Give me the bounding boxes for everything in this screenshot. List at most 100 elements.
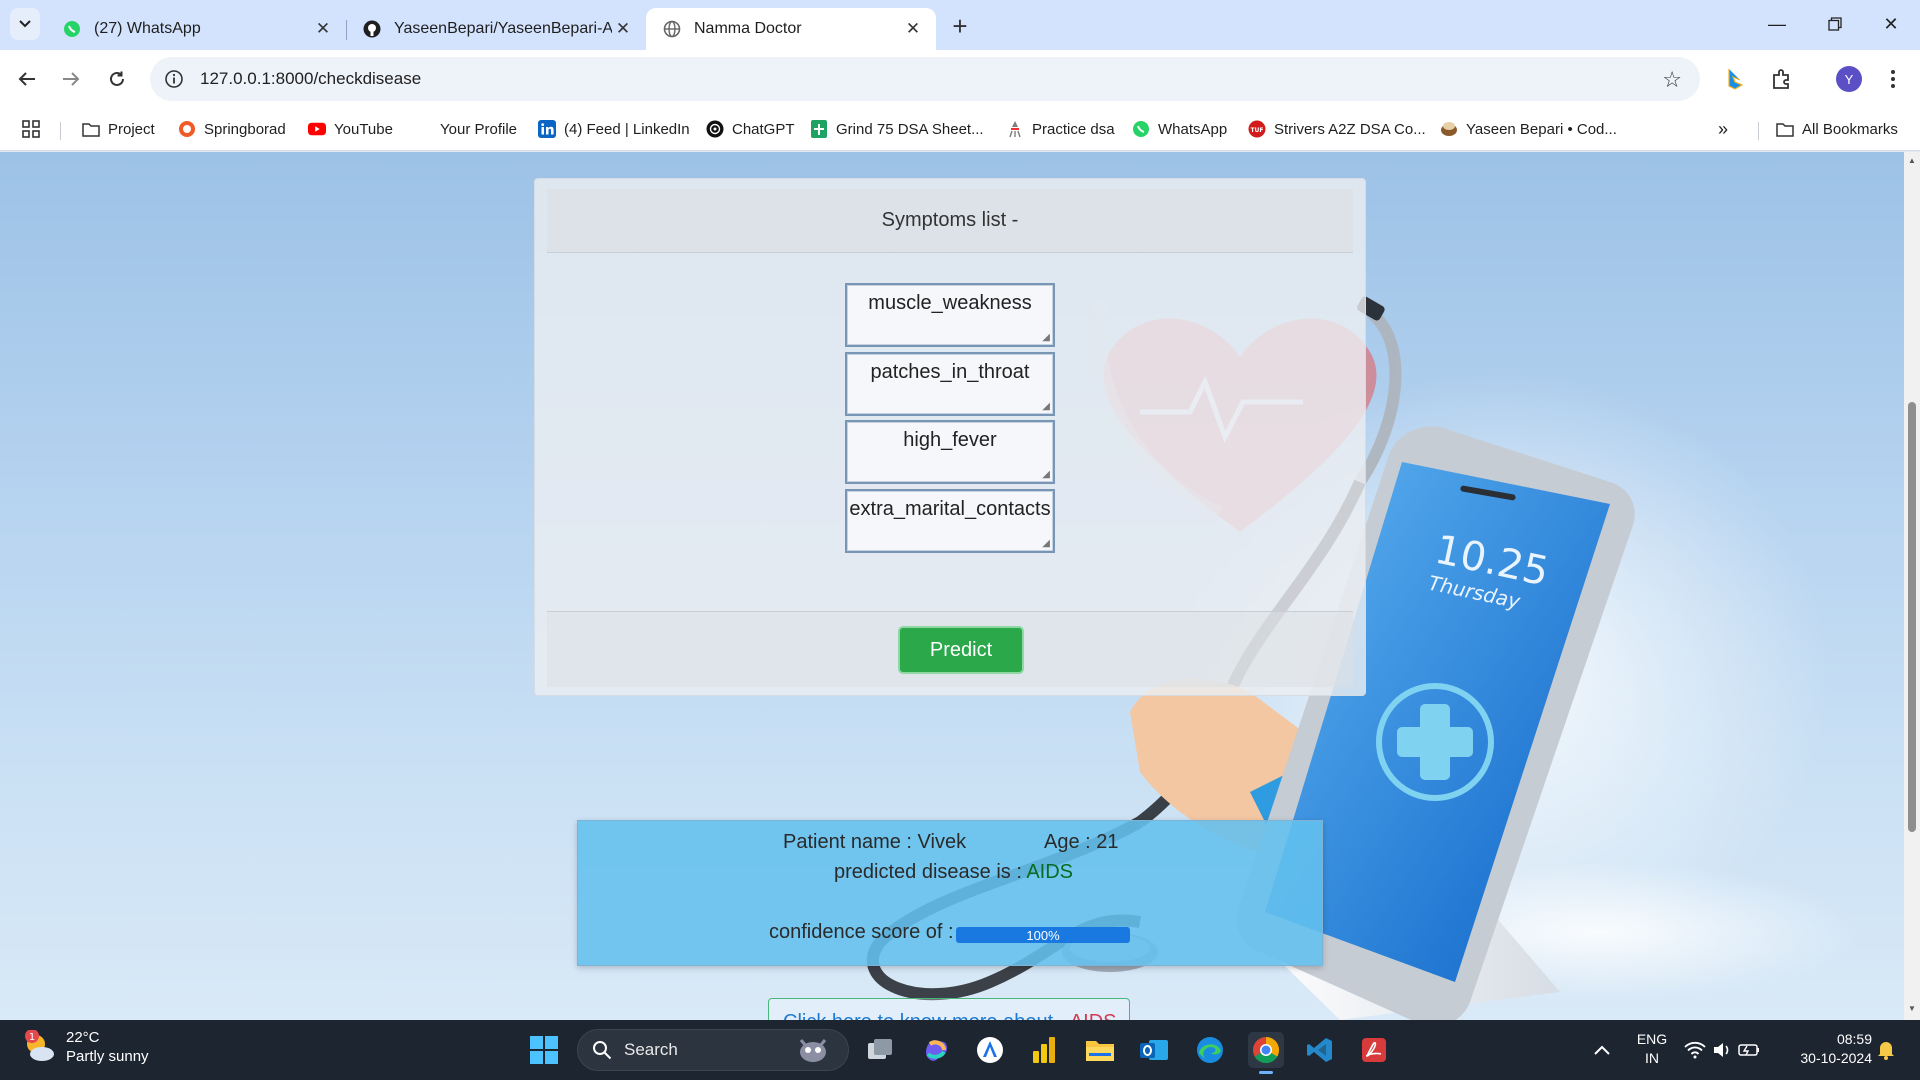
sheet-icon	[810, 120, 828, 138]
bookmark-youtube[interactable]: YouTube	[308, 116, 393, 142]
edge-icon[interactable]	[1192, 1032, 1228, 1068]
bookmark-grind75[interactable]: Grind 75 DSA Sheet...	[810, 116, 984, 142]
bookmark-label: Your Profile	[440, 120, 517, 138]
confidence-progress-fill: 100%	[956, 927, 1130, 943]
file-explorer-icon[interactable]	[1082, 1032, 1118, 1068]
close-icon[interactable]: ✕	[612, 18, 634, 40]
app-store-icon[interactable]	[972, 1032, 1008, 1068]
task-view-icon[interactable]	[862, 1032, 898, 1068]
partly-sunny-icon: 1	[25, 1030, 54, 1061]
symptom-value: high_fever	[903, 429, 997, 451]
active-app-indicator	[1259, 1071, 1273, 1074]
bookmark-springborad[interactable]: Springborad	[178, 116, 286, 142]
bookmark-label: ChatGPT	[732, 120, 795, 138]
extensions-icon[interactable]	[1766, 64, 1796, 94]
close-window-button[interactable]: ✕	[1862, 0, 1920, 48]
search-icon	[593, 1041, 612, 1060]
bing-extension-icon[interactable]	[1720, 64, 1750, 94]
notification-bell-icon[interactable]	[1872, 1032, 1900, 1068]
site-info-icon[interactable]	[164, 69, 184, 89]
vscode-icon[interactable]	[1302, 1032, 1338, 1068]
tuf-icon: TUF	[1248, 120, 1266, 138]
apps-grid-icon[interactable]	[22, 116, 40, 142]
symptom-field[interactable]: muscle_weakness ◢	[845, 283, 1055, 347]
power-bi-icon[interactable]	[1026, 1032, 1062, 1068]
new-tab-button[interactable]: +	[944, 10, 976, 42]
menu-kebab-icon[interactable]	[1878, 64, 1908, 94]
tray-chevron-up-icon[interactable]	[1584, 1032, 1620, 1068]
tab-whatsapp[interactable]: (27) WhatsApp ✕	[46, 8, 346, 50]
close-icon[interactable]: ✕	[312, 18, 334, 40]
symptom-value: muscle_weakness	[868, 292, 1032, 314]
tab-search-button[interactable]	[10, 8, 40, 40]
all-bookmarks-button[interactable]: All Bookmarks	[1776, 116, 1898, 142]
page-scrollbar[interactable]: ▲ ▼	[1904, 152, 1920, 1020]
know-more-link[interactable]: Click here to know more about - AIDS	[768, 998, 1130, 1020]
minimize-button[interactable]: —	[1748, 0, 1806, 48]
chrome-icon[interactable]	[1248, 1032, 1284, 1074]
clock-time: 08:59	[1836, 1031, 1872, 1047]
bookmark-project[interactable]: Project	[82, 116, 155, 142]
bookmark-chatgpt[interactable]: ChatGPT	[706, 116, 795, 142]
tab-namma-doctor[interactable]: Namma Doctor ✕	[646, 8, 936, 50]
resize-grip-icon[interactable]: ◢	[1042, 469, 1050, 480]
patient-age: Age : 21	[1044, 831, 1119, 853]
acrobat-icon[interactable]	[1356, 1032, 1392, 1068]
symptom-field[interactable]: high_fever ◢	[845, 420, 1055, 484]
bookmark-label: (4) Feed | LinkedIn	[564, 120, 690, 138]
youtube-icon	[308, 120, 326, 138]
more-bookmarks-chevron-icon[interactable]: »	[1718, 116, 1728, 142]
copilot-icon[interactable]	[918, 1032, 954, 1068]
forward-button[interactable]	[54, 62, 88, 96]
bookmark-your-profile[interactable]: Your Profile	[440, 116, 517, 142]
clock[interactable]: 08:59 30-10-2024	[1782, 1030, 1872, 1068]
outlook-icon[interactable]	[1136, 1032, 1172, 1068]
predict-button[interactable]: Predict	[898, 626, 1024, 674]
bookmark-divider	[1758, 122, 1759, 140]
bookmark-codechef[interactable]: Yaseen Bepari • Cod...	[1440, 116, 1617, 142]
symptom-field[interactable]: patches_in_throat ◢	[845, 352, 1055, 416]
reload-button[interactable]	[100, 62, 134, 96]
taskbar-search-box[interactable]: Search	[577, 1029, 849, 1071]
close-icon[interactable]: ✕	[902, 18, 924, 40]
system-status-icons[interactable]	[1680, 1032, 1764, 1068]
windows-start-icon[interactable]	[526, 1032, 562, 1068]
confidence-progress-bar: 100%	[956, 927, 1130, 943]
url-text[interactable]: 127.0.0.1:8000/checkdisease	[200, 69, 421, 89]
bookmark-star-icon[interactable]: ☆	[1662, 67, 1682, 93]
folder-icon	[82, 120, 100, 138]
chevron-down-icon	[19, 20, 31, 28]
patient-name: Patient name : Vivek	[783, 831, 967, 853]
scrollbar-thumb[interactable]	[1908, 402, 1916, 832]
resize-grip-icon[interactable]: ◢	[1042, 332, 1050, 343]
all-bookmarks-label: All Bookmarks	[1802, 120, 1898, 138]
tab-title: Namma Doctor	[694, 20, 802, 37]
restore-button[interactable]	[1806, 0, 1864, 48]
profile-button[interactable]: Y	[1834, 64, 1864, 94]
resize-grip-icon[interactable]: ◢	[1042, 401, 1050, 412]
chatgpt-icon	[706, 120, 724, 138]
tab-github[interactable]: YaseenBepari/YaseenBepari-AI- ✕	[346, 8, 646, 50]
symptom-value: extra_marital_contacts	[849, 498, 1051, 520]
bookmark-practice-dsa[interactable]: Practice dsa	[1006, 116, 1115, 142]
search-highlight-icon	[799, 1039, 827, 1062]
symptoms-card-title: Symptoms list -	[547, 189, 1353, 253]
weather-widget[interactable]: 1 22°C Partly sunny	[22, 1028, 149, 1066]
scroll-down-arrow-icon[interactable]: ▼	[1907, 1004, 1917, 1013]
know-more-disease: AIDS	[1070, 1011, 1117, 1020]
battery-icon	[1738, 1044, 1759, 1056]
symptoms-card-footer: Predict	[547, 611, 1353, 687]
bookmark-strivers[interactable]: TUF Strivers A2Z DSA Co...	[1248, 116, 1426, 142]
bookmark-whatsapp[interactable]: WhatsApp	[1132, 116, 1227, 142]
bookmark-linkedin[interactable]: (4) Feed | LinkedIn	[538, 116, 690, 142]
scroll-up-arrow-icon[interactable]: ▲	[1907, 156, 1917, 165]
symptom-value: patches_in_throat	[870, 361, 1030, 383]
predicted-disease-value: AIDS	[1026, 861, 1074, 883]
bookmark-label: Grind 75 DSA Sheet...	[836, 120, 984, 138]
resize-grip-icon[interactable]: ◢	[1042, 538, 1050, 549]
symptom-field[interactable]: extra_marital_contacts ◢	[845, 489, 1055, 553]
input-language-indicator[interactable]: ENG IN	[1630, 1030, 1674, 1068]
symptoms-card: Symptoms list - muscle_weakness ◢ patche…	[534, 178, 1366, 696]
back-button[interactable]	[10, 62, 44, 96]
address-bar[interactable]: 127.0.0.1:8000/checkdisease ☆	[150, 57, 1700, 101]
